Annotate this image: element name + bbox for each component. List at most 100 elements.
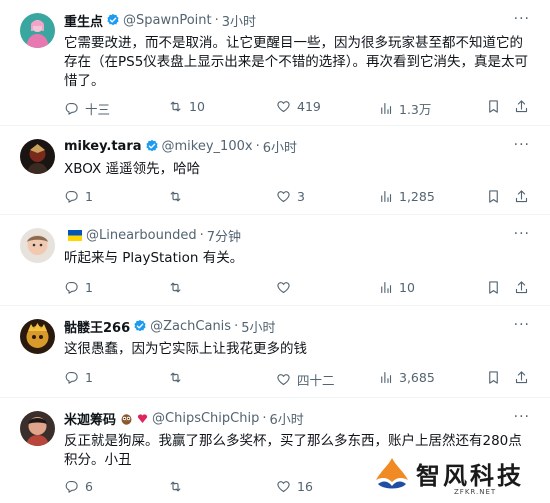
avatar[interactable] xyxy=(20,228,55,263)
timestamp[interactable]: 5小时 xyxy=(241,317,275,336)
bookmark-icon xyxy=(486,370,501,385)
share-button[interactable] xyxy=(514,189,535,204)
watermark-logo: 智风科技 ZFKR.NET xyxy=(372,454,532,499)
tweet-3[interactable]: @Linearbounded · 7分钟 ··· 听起来与 PlayStatio… xyxy=(0,215,550,306)
more-icon[interactable]: ··· xyxy=(514,318,530,332)
views-button[interactable]: 3,685 xyxy=(378,370,435,385)
reply-button[interactable]: 1 xyxy=(64,189,93,204)
more-icon[interactable]: ··· xyxy=(514,227,530,241)
retweet-icon xyxy=(168,479,183,494)
timestamp[interactable]: 6小时 xyxy=(269,409,303,428)
reply-button[interactable]: 1 xyxy=(64,280,93,295)
reply-icon xyxy=(64,479,79,494)
share-icon xyxy=(514,280,529,295)
separator: · xyxy=(234,318,239,334)
like-button[interactable]: 419 xyxy=(276,99,321,114)
like-button[interactable]: 3 xyxy=(276,189,305,204)
share-button[interactable] xyxy=(514,99,535,114)
more-icon[interactable]: ··· xyxy=(514,138,530,152)
display-name[interactable]: mikey.tara xyxy=(64,139,142,154)
tweet-1[interactable]: 重生点 @SpawnPoint · 3小时 ··· 它需要改进，而不是取消。让它… xyxy=(0,0,550,126)
owl-emoji-icon xyxy=(120,412,133,425)
bookmark-button[interactable] xyxy=(486,370,507,385)
display-name[interactable]: 米迦筹码 xyxy=(64,409,116,428)
like-button[interactable]: 四十二 xyxy=(276,370,335,389)
more-icon[interactable]: ··· xyxy=(514,410,530,424)
watermark-url: ZFKR.NET xyxy=(454,488,497,496)
tweet-4[interactable]: 骷髅王266 @ZachCanis · 5小时 ··· 这很愚蠢，因为它实际上让… xyxy=(0,306,550,398)
retweet-button[interactable]: 10 xyxy=(168,99,205,114)
display-name[interactable]: 重生点 xyxy=(64,11,103,30)
tweet-text: 这很愚蠢，因为它实际上让我花更多的钱 xyxy=(64,341,307,357)
retweet-button[interactable] xyxy=(168,370,189,385)
ukraine-flag-icon xyxy=(68,229,82,241)
handle[interactable]: @Linearbounded xyxy=(86,228,197,243)
timestamp[interactable]: 6小时 xyxy=(263,137,297,156)
avatar[interactable] xyxy=(20,13,55,48)
verified-badge-icon xyxy=(133,319,147,333)
views-icon xyxy=(378,370,393,385)
views-count: 1,285 xyxy=(399,189,435,204)
bookmark-button[interactable] xyxy=(486,189,507,204)
retweet-icon xyxy=(168,189,183,204)
tweet-2[interactable]: mikey.tara @mikey_100x · 6小时 ··· XBOX 遥遥… xyxy=(0,126,550,215)
display-name[interactable]: 骷髅王266 xyxy=(64,317,130,336)
verified-badge-icon xyxy=(145,139,159,153)
share-icon xyxy=(514,99,529,114)
views-button[interactable]: 1.3万 xyxy=(378,99,431,118)
watermark-text: 智风科技 xyxy=(416,462,524,490)
watermark-mark-icon xyxy=(376,458,408,489)
handle[interactable]: @ChipsChipChip xyxy=(152,411,259,426)
retweet-icon xyxy=(168,280,183,295)
more-icon[interactable]: ··· xyxy=(514,12,530,26)
avatar-spawnpoint-image xyxy=(20,13,55,48)
bookmark-button[interactable] xyxy=(486,99,507,114)
retweet-icon xyxy=(168,370,183,385)
reply-button[interactable]: 1 xyxy=(64,370,93,385)
avatar[interactable] xyxy=(20,139,55,174)
reply-button[interactable]: 6 xyxy=(64,479,93,494)
bookmark-icon xyxy=(486,280,501,295)
action-bar: 十三 10 419 1.3万 xyxy=(64,99,534,117)
reply-count: 十三 xyxy=(85,102,111,117)
like-count: 16 xyxy=(297,479,313,494)
views-button[interactable]: 10 xyxy=(378,280,415,295)
retweet-icon xyxy=(168,99,183,114)
avatar-zachcanis-image xyxy=(20,319,55,354)
like-button[interactable] xyxy=(276,280,297,295)
views-button[interactable]: 1,285 xyxy=(378,189,435,204)
bookmark-button[interactable] xyxy=(486,280,507,295)
like-icon xyxy=(276,99,291,114)
views-count: 3,685 xyxy=(399,370,435,385)
tweet-text: 它需要改进，而不是取消。让它更醒目一些，因为很多玩家甚至都不知道它的存在（在PS… xyxy=(64,35,529,89)
reply-count: 1 xyxy=(85,370,93,385)
handle[interactable]: @ZachCanis xyxy=(150,319,231,334)
reply-count: 1 xyxy=(85,189,93,204)
share-button[interactable] xyxy=(514,280,535,295)
avatar[interactable] xyxy=(20,319,55,354)
avatar-mikey-image xyxy=(20,139,55,174)
timestamp[interactable]: 3小时 xyxy=(222,11,256,30)
action-bar: 1 3 1,285 xyxy=(64,189,534,207)
avatar[interactable] xyxy=(20,411,55,446)
retweet-button[interactable] xyxy=(168,479,189,494)
reply-icon xyxy=(64,189,79,204)
retweet-button[interactable] xyxy=(168,280,189,295)
timestamp[interactable]: 7分钟 xyxy=(207,226,241,245)
like-count: 四十二 xyxy=(297,373,335,388)
reply-button[interactable]: 十三 xyxy=(64,99,110,118)
like-icon xyxy=(276,280,291,295)
retweet-button[interactable] xyxy=(168,189,189,204)
tweet-text: XBOX 遥遥领先，哈哈 xyxy=(64,161,201,177)
like-icon xyxy=(276,479,291,494)
separator: · xyxy=(262,410,267,426)
handle[interactable]: @SpawnPoint xyxy=(123,13,212,28)
separator: · xyxy=(214,12,219,28)
handle[interactable]: @mikey_100x xyxy=(162,139,253,154)
heart-emoji-icon xyxy=(137,413,148,424)
like-button[interactable]: 16 xyxy=(276,479,313,494)
share-button[interactable] xyxy=(514,370,535,385)
views-count: 1.3万 xyxy=(399,102,432,117)
reply-count: 1 xyxy=(85,280,93,295)
tweet-text: 听起来与 PlayStation 有关。 xyxy=(64,250,244,266)
